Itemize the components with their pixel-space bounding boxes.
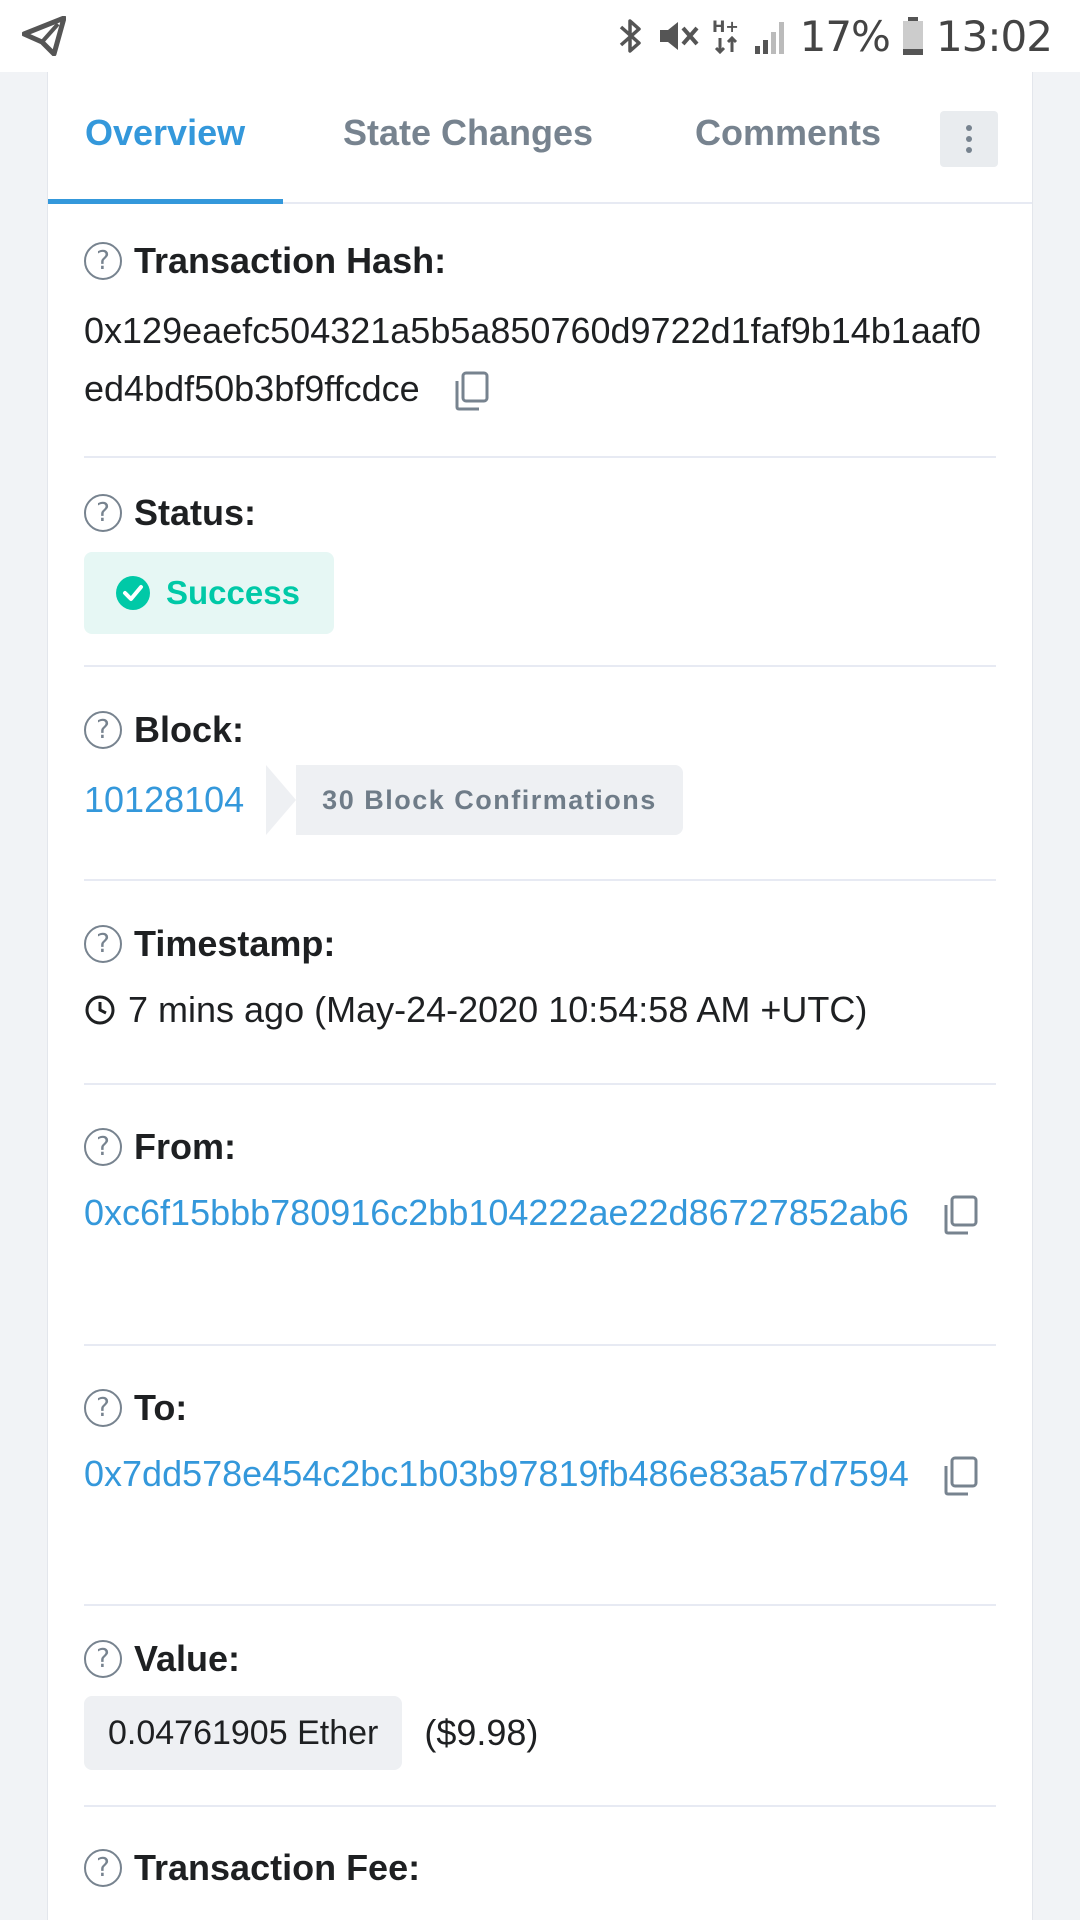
- from-section: ? From: 0xc6f15bbb780916c2bb104222ae22d8…: [84, 1126, 996, 1242]
- value-label: ? Value:: [84, 1638, 996, 1680]
- fee-label-text: Transaction Fee:: [134, 1847, 421, 1888]
- to-label-text: To:: [134, 1387, 188, 1428]
- tab-state-changes[interactable]: State Changes: [343, 112, 593, 154]
- block-label-text: Block:: [134, 709, 245, 750]
- from-label: ? From:: [84, 1126, 996, 1168]
- from-address-link[interactable]: 0xc6f15bbb780916c2bb104222ae22d86727852a…: [84, 1192, 909, 1233]
- divider: [84, 1344, 996, 1346]
- hash-label: ? Transaction Hash:: [84, 240, 996, 282]
- hash-value-row: 0x129eaefc504321a5b5a850760d9722d1faf9b1…: [84, 302, 996, 418]
- timestamp-value-row: 7 mins ago (May-24-2020 10:54:58 AM +UTC…: [84, 981, 996, 1039]
- check-circle-icon: [116, 576, 150, 610]
- divider: [84, 456, 996, 458]
- to-value-row: 0x7dd578e454c2bc1b03b97819fb486e83a57d75…: [84, 1445, 996, 1503]
- to-address-link[interactable]: 0x7dd578e454c2bc1b03b97819fb486e83a57d75…: [84, 1453, 909, 1494]
- more-dot: [966, 136, 972, 142]
- timestamp-label: ? Timestamp:: [84, 923, 996, 965]
- help-icon[interactable]: ?: [84, 242, 122, 280]
- value-section: ? Value: 0.04761905 Ether ($9.98): [84, 1638, 996, 1770]
- timestamp-section: ? Timestamp: 7 mins ago (May-24-2020 10:…: [84, 923, 996, 1039]
- hash-section: ? Transaction Hash: 0x129eaefc504321a5b5…: [84, 240, 996, 418]
- help-icon[interactable]: ?: [84, 1640, 122, 1678]
- divider: [84, 1604, 996, 1606]
- block-label: ? Block:: [84, 709, 996, 751]
- active-tab-indicator: [48, 199, 283, 204]
- status-text: Success: [166, 574, 300, 611]
- hash-label-text: Transaction Hash:: [134, 240, 447, 281]
- svg-text:H+: H+: [712, 17, 739, 36]
- more-options-button[interactable]: [940, 111, 998, 167]
- from-value-row: 0xc6f15bbb780916c2bb104222ae22d86727852a…: [84, 1184, 996, 1242]
- status-label: ? Status:: [84, 492, 996, 534]
- divider: [84, 1805, 996, 1807]
- mute-icon: [659, 22, 699, 50]
- status-section: ? Status: Success: [84, 492, 996, 634]
- fee-section: ? Transaction Fee:: [84, 1847, 996, 1889]
- tab-bar: Overview State Changes Comments: [48, 72, 1032, 204]
- battery-icon: [902, 17, 923, 55]
- confirmations-badge: 30 Block Confirmations: [266, 765, 683, 835]
- bluetooth-icon: [619, 19, 641, 53]
- hplus-network-icon: H+: [712, 17, 739, 55]
- ether-value-badge: 0.04761905 Ether: [84, 1696, 403, 1770]
- status-badge: Success: [84, 552, 334, 634]
- telegram-send-icon: [22, 16, 66, 56]
- divider: [84, 665, 996, 667]
- clock-time: 13:02: [935, 11, 1053, 61]
- tab-overview[interactable]: Overview: [85, 112, 245, 154]
- transaction-card: Overview State Changes Comments ? Transa…: [47, 72, 1033, 1920]
- help-icon[interactable]: ?: [84, 925, 122, 963]
- copy-icon[interactable]: [941, 1195, 979, 1235]
- to-label: ? To:: [84, 1387, 996, 1429]
- copy-icon[interactable]: [452, 371, 490, 411]
- value-label-text: Value:: [134, 1638, 241, 1679]
- divider: [84, 879, 996, 881]
- help-icon[interactable]: ?: [84, 1389, 122, 1427]
- fee-label: ? Transaction Fee:: [84, 1847, 996, 1889]
- timestamp-label-text: Timestamp:: [134, 923, 336, 964]
- divider: [84, 1083, 996, 1085]
- battery-percent: 17%: [799, 11, 891, 61]
- status-bar: H+ 17% 13:02: [0, 0, 1080, 72]
- help-icon[interactable]: ?: [84, 711, 122, 749]
- copy-icon[interactable]: [941, 1456, 979, 1496]
- block-section: ? Block: 10128104 30 Block Confirmations: [84, 709, 996, 835]
- help-icon[interactable]: ?: [84, 494, 122, 532]
- help-icon[interactable]: ?: [84, 1128, 122, 1166]
- clock-icon: [85, 995, 115, 1025]
- to-section: ? To: 0x7dd578e454c2bc1b03b97819fb486e83…: [84, 1387, 996, 1503]
- more-dot: [966, 125, 972, 131]
- more-dot: [966, 147, 972, 153]
- status-label-text: Status:: [134, 492, 257, 533]
- tab-comments[interactable]: Comments: [695, 112, 881, 154]
- usd-value: ($9.98): [424, 1712, 539, 1753]
- block-number-link[interactable]: 10128104: [84, 771, 244, 829]
- timestamp-value: 7 mins ago (May-24-2020 10:54:58 AM +UTC…: [128, 989, 868, 1030]
- transaction-hash: 0x129eaefc504321a5b5a850760d9722d1faf9b1…: [84, 310, 981, 409]
- signal-icon: [754, 22, 784, 54]
- from-label-text: From:: [134, 1126, 236, 1167]
- help-icon[interactable]: ?: [84, 1849, 122, 1887]
